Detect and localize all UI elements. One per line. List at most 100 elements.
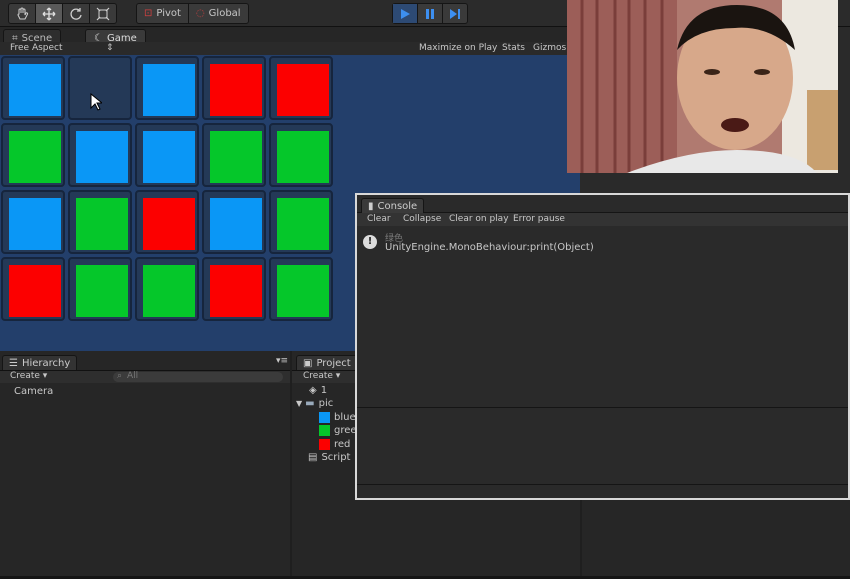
hand-icon[interactable] [9,4,36,23]
console-toolbar: Clear Collapse Clear on play Error pause [357,213,848,226]
project-item-folder-pic[interactable]: ▼ ▬ pic [296,398,333,409]
tab-console[interactable]: ▮ Console [361,198,425,213]
mouse-cursor-icon [90,93,102,111]
grid-cell[interactable] [269,56,333,120]
green-tile[interactable] [143,265,195,317]
green-tile[interactable] [277,198,329,250]
folder-icon: ▬ [305,398,315,409]
grid-cell[interactable] [1,190,65,254]
maximize-on-play-button[interactable]: Maximize on Play [419,43,497,53]
grid-cell[interactable] [135,123,199,187]
project-create-button[interactable]: Create ▾ [303,371,340,381]
red-tile[interactable] [210,64,262,116]
green-tile[interactable] [76,265,128,317]
green-tile[interactable] [210,131,262,183]
console-log-entry[interactable]: ! 绿色 UnityEngine.MonoBehaviour:print(Obj… [361,231,844,256]
scale-icon[interactable] [90,4,116,23]
tab-hierarchy[interactable]: ☰ Hierarchy [2,355,78,370]
hierarchy-search-input[interactable]: ⌕ All [113,371,283,382]
console-clear-button[interactable]: Clear [367,214,391,224]
red-tile[interactable] [210,265,262,317]
grid-cell[interactable] [135,257,199,321]
grid-cell[interactable] [269,123,333,187]
hierarchy-item-camera[interactable]: Camera [14,386,53,397]
blue-tile[interactable] [9,64,61,116]
grid-cell[interactable] [1,123,65,187]
console-collapse-button[interactable]: Collapse [403,214,441,224]
grid-cell[interactable] [68,123,132,187]
green-tile[interactable] [277,265,329,317]
global-label: Global [208,8,241,19]
project-item-script[interactable]: ▤ Script [308,452,350,463]
blue-tile[interactable] [76,131,128,183]
project-item-scene[interactable]: ◈ 1 [309,385,327,396]
green-tile[interactable] [277,131,329,183]
play-icon[interactable] [393,4,418,23]
grid-cell[interactable] [1,257,65,321]
webcam-video-image [567,0,838,173]
pause-icon[interactable] [418,4,443,23]
project-item-folder-label: pic [318,398,334,409]
move-icon[interactable] [36,4,63,23]
project-item-scene-label: 1 [320,385,328,396]
red-tile[interactable] [143,198,195,250]
hierarchy-create-button[interactable]: Create ▾ [10,371,47,381]
red-tile[interactable] [277,64,329,116]
project-item-red[interactable]: red [319,439,350,450]
step-icon[interactable] [443,4,467,23]
aspect-dropdown[interactable]: Free Aspect [10,43,63,53]
rotate-icon[interactable] [63,4,90,23]
pivot-toggle[interactable]: ⊡ Pivot [137,4,189,23]
webcam-overlay [567,0,838,173]
grid-cell[interactable] [135,190,199,254]
grid-cell[interactable] [68,190,132,254]
console-divider [357,407,848,408]
tab-project[interactable]: ▣ Project [296,355,358,370]
blue-tile[interactable] [9,198,61,250]
green-tile[interactable] [76,198,128,250]
blue-tile[interactable] [143,64,195,116]
folder-tab-icon: ▣ [303,357,313,369]
game-view-bar: Free Aspect ⇕ Maximize on Play Stats Giz… [0,42,580,56]
console-title: Console [377,200,418,212]
console-header: ▮ Console [357,195,848,213]
red-tile[interactable] [9,265,61,317]
blue-texture-icon [319,412,330,423]
project-item-red-label: red [334,439,351,450]
console-window: ▮ Console Clear Collapse Clear on play E… [355,193,850,500]
grid-cell[interactable] [202,56,266,120]
blue-tile[interactable] [210,198,262,250]
console-clear-on-play-button[interactable]: Clear on play [449,214,509,224]
green-texture-icon [319,425,330,436]
console-message-line2: UnityEngine.MonoBehaviour:print(Object) [385,242,594,253]
grid-cell[interactable] [269,257,333,321]
global-toggle[interactable]: ◌ Global [189,4,248,23]
green-tile[interactable] [9,131,61,183]
grid-cell[interactable] [202,123,266,187]
stats-button[interactable]: Stats [502,43,525,53]
blue-tile[interactable] [143,131,195,183]
expand-arrow-icon: ▼ [296,399,303,408]
project-item-blue[interactable]: blue [319,412,356,423]
grid-cell[interactable] [269,190,333,254]
unity-scene-icon: ◈ [309,385,317,396]
grid-cell[interactable] [202,257,266,321]
project-item-blue-label: blue [334,412,356,423]
grid-cell[interactable] [202,190,266,254]
play-controls [392,3,468,24]
grid-cell[interactable] [68,257,132,321]
console-tab-icon: ▮ [368,200,374,212]
console-error-pause-button[interactable]: Error pause [513,214,565,224]
aspect-arrow-icon[interactable]: ⇕ [106,43,114,53]
pivot-icon: ⊡ [144,8,153,19]
gizmos-button[interactable]: Gizmos [533,43,566,53]
panel-menu-icon[interactable]: ▾≡ [276,356,288,366]
console-divider-bottom [357,484,848,485]
grid-cell[interactable] [1,56,65,120]
hierarchy-panel: ☰ Hierarchy ▾≡ Create ▾ ⌕ All Camera [0,351,290,576]
script-icon: ▤ [308,452,318,463]
hierarchy-search-placeholder: All [127,371,139,381]
view-tabstrip: ⌗ Scene ☾ Game [0,27,580,46]
grid-cell[interactable] [135,56,199,120]
info-icon: ! [363,235,377,249]
